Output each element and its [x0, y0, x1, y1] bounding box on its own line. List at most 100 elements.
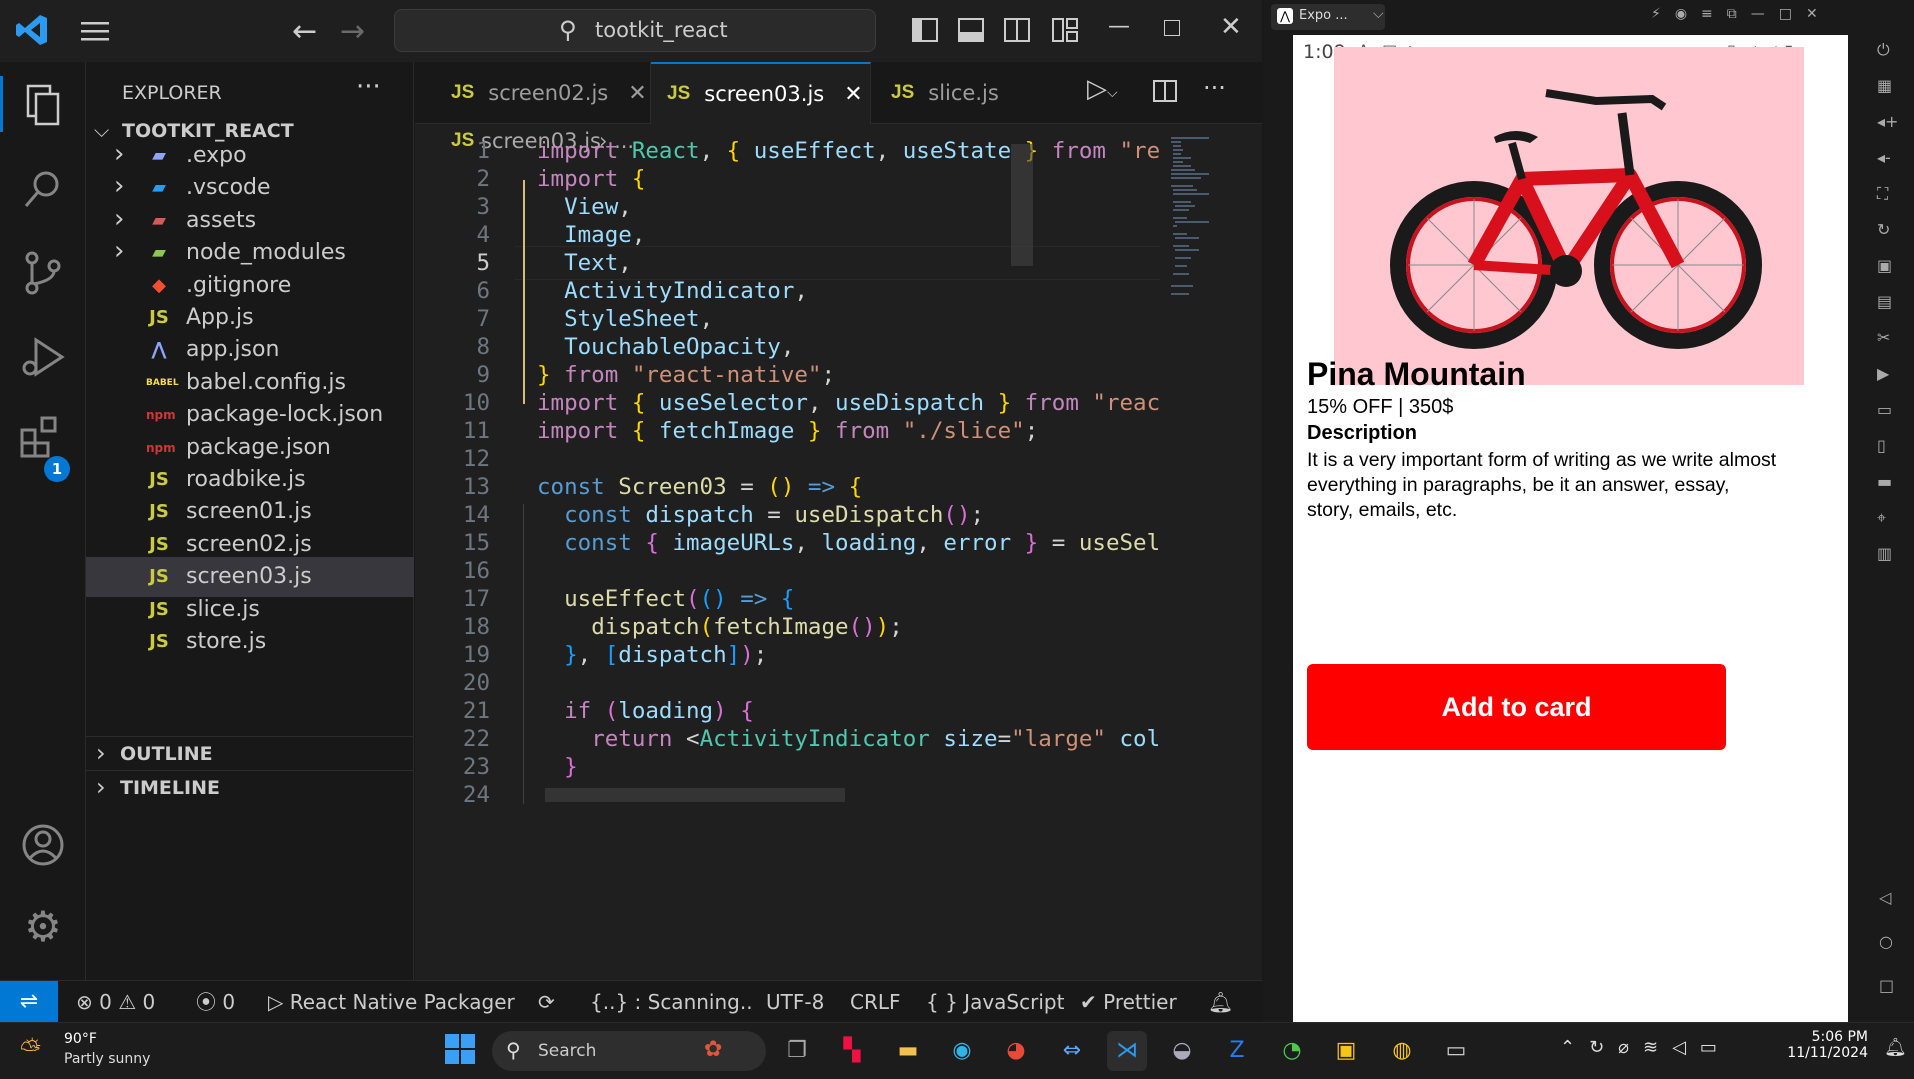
language-status[interactable]: { } JavaScript: [926, 981, 1064, 1023]
outline-label: OUTLINE: [120, 743, 213, 765]
file-item[interactable]: JS store.js: [86, 622, 414, 662]
power-icon[interactable]: ⏻: [1877, 40, 1890, 60]
menu-icon[interactable]: [78, 16, 112, 46]
more-icon[interactable]: ▥: [1877, 544, 1892, 563]
run-debug-icon[interactable]: [18, 332, 68, 382]
recents-nav-icon[interactable]: □: [1879, 976, 1894, 995]
weather-temp: 90°F: [64, 1031, 97, 1047]
weather-widget[interactable]: ⛅︎ 90°F Partly sunny: [18, 1029, 198, 1073]
terminal-icon[interactable]: ▭: [1436, 1031, 1476, 1071]
home-nav-icon[interactable]: ○: [1879, 932, 1893, 951]
source-control-icon[interactable]: [18, 248, 68, 298]
sync-icon[interactable]: ⟳: [538, 981, 555, 1023]
extensions-icon[interactable]: [18, 412, 68, 462]
description-title: Description: [1307, 422, 1418, 444]
tab-screen02[interactable]: JS screen02.js ✕: [415, 62, 651, 124]
emulator-tab[interactable]: ⋀ Expo ...: [1271, 4, 1385, 30]
code-editor[interactable]: JS screen03.js › ... 1 import React, { us…: [415, 124, 1262, 980]
chrome-icon[interactable]: ◕: [996, 1031, 1036, 1071]
location-icon[interactable]: ⌖: [1877, 508, 1886, 528]
camera-icon[interactable]: ▣: [1877, 256, 1892, 275]
explorer-more-button[interactable]: ···: [356, 72, 381, 102]
expo-icon: ⋀: [1277, 8, 1293, 24]
play-icon: ▷: [268, 990, 284, 1014]
timeline-section[interactable]: › TIMELINE: [86, 770, 414, 806]
command-center-search[interactable]: ⚲ tootkit_react: [394, 9, 876, 52]
taskbar-search[interactable]: ⚲ Search ✿: [492, 1031, 766, 1071]
file-explorer-icon[interactable]: ▬: [888, 1031, 928, 1071]
horizontal-scrollbar[interactable]: [545, 788, 845, 802]
app-icon[interactable]: ◒: [1162, 1031, 1202, 1071]
arrow-right-icon[interactable]: →: [340, 14, 365, 49]
tab-label: screen03.js: [704, 82, 825, 106]
customize-layout-icon[interactable]: [1052, 18, 1078, 42]
message-icon[interactable]: ▭: [1877, 400, 1892, 419]
shake-icon[interactable]: ▯: [1877, 436, 1886, 455]
problems-status[interactable]: ⊗ 0 ⚠ 0: [76, 981, 155, 1023]
code-area[interactable]: 1import React, { useEffect, useState } f…: [415, 134, 1160, 980]
teamviewer-icon[interactable]: ⇔: [1052, 1031, 1092, 1071]
search-highlight-icon: ✿: [704, 1037, 723, 1062]
close-icon[interactable]: ✕: [1220, 12, 1242, 42]
outline-section[interactable]: › OUTLINE: [86, 736, 414, 772]
close-icon[interactable]: ✕: [628, 81, 646, 106]
emulator-toolbar: ⏻ ▦ ◂+ ◂- ⛶ ↻ ▣ ▤ ✂ ▶ ▭ ▯ ▬ ⌖ ▥ ◁ ○ □: [1873, 36, 1903, 996]
remote-button[interactable]: ⇌: [0, 981, 58, 1023]
record-icon[interactable]: ▶: [1877, 364, 1889, 383]
explorer-header: EXPLORER: [122, 82, 222, 104]
keyboard-icon[interactable]: ▤: [1877, 292, 1892, 311]
double-check-icon: ✔: [1080, 990, 1097, 1014]
bell-icon[interactable]: 🔔︎: [1208, 981, 1233, 1023]
arrow-left-icon[interactable]: ←: [292, 14, 317, 49]
ports-count: 0: [222, 990, 236, 1014]
notification-bell-icon[interactable]: 🔔︎: [1884, 1037, 1907, 1058]
vscode-taskbar-icon[interactable]: ⋊: [1107, 1031, 1147, 1071]
zalo-icon[interactable]: Z: [1217, 1031, 1257, 1071]
broadcast-icon: ⦿: [196, 990, 216, 1014]
app-icon[interactable]: ▣: [1326, 1031, 1366, 1071]
volume-icon[interactable]: ◂+: [1877, 112, 1898, 131]
scissors-icon[interactable]: ✂: [1877, 328, 1890, 347]
scanning-status[interactable]: {..} : Scanning..: [590, 981, 753, 1023]
volume-down-icon[interactable]: ◂-: [1877, 148, 1891, 167]
run-debug-icon[interactable]: ▷⌵: [1087, 74, 1118, 104]
toggle-primary-sidebar-icon[interactable]: [912, 18, 938, 42]
encoding-status[interactable]: UTF-8: [766, 981, 824, 1023]
prettier-status[interactable]: ✔ Prettier: [1080, 981, 1177, 1023]
tab-screen03[interactable]: JS screen03.js ✕: [651, 62, 871, 124]
volume-up-icon[interactable]: ▦: [1877, 76, 1892, 95]
app-icon[interactable]: ▚: [832, 1031, 872, 1071]
minimap[interactable]: [1169, 134, 1217, 304]
eol-status[interactable]: CRLF: [850, 981, 901, 1023]
app-icon[interactable]: ◔: [1272, 1031, 1312, 1071]
clock[interactable]: 5:06 PM 11/11/2024: [1778, 1029, 1868, 1061]
more-actions-icon[interactable]: ···: [1203, 74, 1226, 102]
explorer-icon[interactable]: [18, 80, 68, 130]
rotate-icon[interactable]: ↻: [1877, 220, 1890, 239]
chevron-down-icon[interactable]: ⌵: [1373, 6, 1384, 22]
search-icon[interactable]: [18, 164, 68, 214]
folder-icon[interactable]: ▬: [1877, 472, 1892, 491]
packager-status[interactable]: ▷ React Native Packager: [268, 981, 515, 1023]
search-icon: ⚲: [559, 16, 577, 44]
toggle-panel-icon[interactable]: [958, 18, 984, 42]
js-file-icon: JS: [891, 82, 915, 103]
split-editor-icon[interactable]: [1153, 80, 1177, 102]
app-icon[interactable]: ◍: [1382, 1031, 1422, 1071]
editor-scrollbar[interactable]: [1011, 144, 1033, 266]
add-to-card-button[interactable]: Add to card: [1307, 664, 1726, 750]
accounts-icon[interactable]: [18, 820, 68, 870]
toggle-secondary-sidebar-icon[interactable]: [1004, 18, 1030, 42]
minimize-icon[interactable]: —: [1108, 14, 1130, 39]
gear-icon[interactable]: ⚙: [18, 902, 68, 952]
ports-status[interactable]: ⦿ 0: [196, 981, 235, 1023]
tab-slice[interactable]: JS slice.js: [871, 62, 1031, 124]
extensions-badge: 1: [44, 456, 70, 482]
back-nav-icon[interactable]: ◁: [1879, 888, 1891, 907]
task-view-icon[interactable]: ❐: [777, 1031, 817, 1071]
edge-icon[interactable]: ◉: [942, 1031, 982, 1071]
screenshot-icon[interactable]: ⛶: [1877, 184, 1888, 204]
maximize-icon[interactable]: [1164, 20, 1180, 36]
close-icon[interactable]: ✕: [844, 82, 862, 107]
start-button[interactable]: [444, 1033, 476, 1065]
